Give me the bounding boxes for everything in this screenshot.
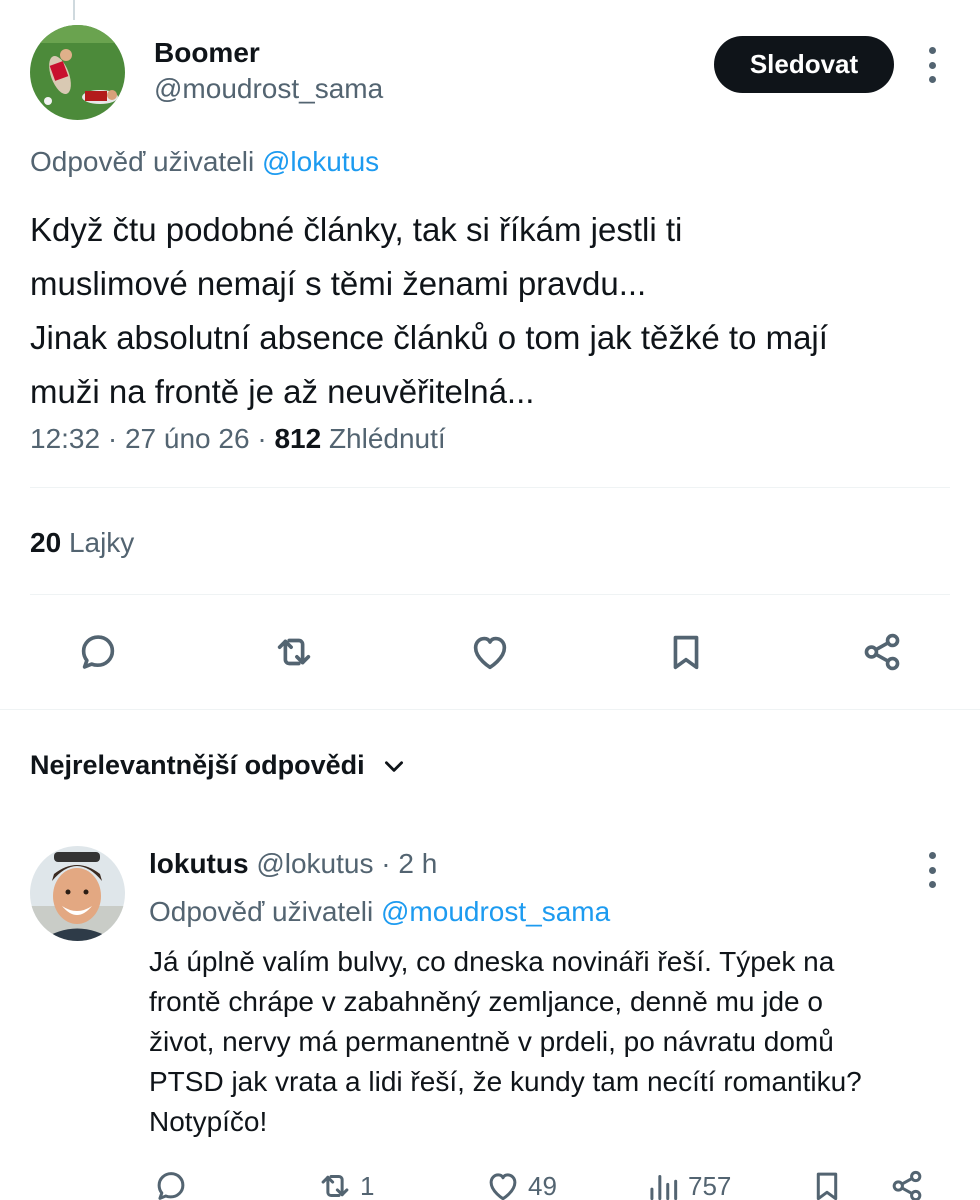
reply-header: lokutus @lokutus · 2 h — [149, 848, 437, 880]
reply-views-button[interactable]: 757 — [644, 1166, 731, 1200]
reply-text-line: Já úplně valím bulvy, co dneska novináři… — [149, 946, 835, 977]
reply-views-count: 757 — [688, 1170, 732, 1200]
tweet-meta: 12:32 · 27 úno 26 · 812 Zhlédnutí — [30, 423, 446, 455]
tweet-text: Když čtu podobné články, tak si říkám je… — [30, 203, 950, 419]
reply-prefix: Odpověď uživateli — [149, 896, 374, 927]
reply-text-line: Notypíčo! — [149, 1106, 268, 1137]
meta-separator: · — [257, 423, 267, 454]
more-vertical-icon[interactable] — [926, 47, 938, 83]
heart-icon — [489, 1173, 517, 1200]
share-icon[interactable] — [858, 628, 906, 676]
reply-text-line: PTSD jak vrata a lidi řeší, že kundy tam… — [149, 1066, 862, 1097]
tweet-time[interactable]: 12:32 — [30, 423, 100, 454]
reply-text-line: život, nervy má permanentně v prdeli, po… — [149, 1026, 834, 1057]
views-label: Zhlédnutí — [328, 423, 446, 454]
tweet-author-row: Boomer @moudrost_sama Sledovat — [30, 25, 950, 121]
reply-time[interactable]: 2 h — [398, 848, 437, 879]
reply-icon[interactable] — [74, 628, 122, 676]
follow-button[interactable]: Sledovat — [714, 36, 894, 93]
divider — [0, 709, 980, 710]
replying-to-line: Odpověď uživateli @lokutus — [30, 146, 379, 178]
retweet-icon[interactable] — [270, 628, 318, 676]
divider — [30, 487, 950, 488]
tweet-text-line: muslimové nemají s těmi ženami pravdu... — [30, 265, 647, 302]
reply-author-avatar[interactable] — [30, 846, 125, 941]
reply-author-name[interactable]: lokutus — [149, 848, 249, 879]
likes-row[interactable]: 20 Lajky — [30, 527, 134, 559]
reply-prefix: Odpověď uživateli — [30, 146, 255, 177]
sort-label: Nejrelevantnější odpovědi — [30, 750, 365, 780]
tweet-text-line: Když čtu podobné články, tak si říkám je… — [30, 211, 683, 248]
reply-author-handle[interactable]: @lokutus — [256, 848, 373, 879]
tweet-text-line: Jinak absolutní absence článků o tom jak… — [30, 319, 828, 356]
likes-count: 20 — [30, 527, 62, 558]
reply-like-count: 49 — [528, 1170, 557, 1200]
reply-share-button[interactable] — [888, 1166, 926, 1200]
reply-bookmark-button[interactable] — [808, 1166, 846, 1200]
reply-mention-link[interactable]: @moudrost_sama — [381, 896, 610, 927]
reply-like-button[interactable]: 49 — [484, 1166, 557, 1200]
reply-separator: · — [381, 848, 391, 879]
share-icon — [892, 1170, 922, 1200]
reply-tweet[interactable]: lokutus @lokutus · 2 h Odpověď uživateli… — [30, 846, 950, 1200]
retweet-icon — [321, 1174, 349, 1198]
likes-label: Lajky — [68, 527, 135, 558]
reply-mention-link[interactable]: @lokutus — [262, 146, 379, 177]
chevron-down-icon — [384, 760, 403, 772]
bookmark-icon[interactable] — [662, 628, 710, 676]
views-count: 812 — [274, 423, 322, 454]
reply-text: Já úplně valím bulvy, co dneska novináři… — [149, 942, 949, 1142]
author-avatar[interactable] — [30, 25, 125, 120]
reply-text-line: frontě chrápe v zabahněný zemljance, den… — [149, 986, 823, 1017]
reply-reply-button[interactable] — [152, 1166, 190, 1200]
more-vertical-icon[interactable] — [926, 852, 938, 888]
reply-retweet-count: 1 — [360, 1170, 375, 1200]
meta-separator: · — [107, 423, 118, 454]
replies-sort-selector[interactable]: Nejrelevantnější odpovědi — [30, 750, 407, 781]
divider — [30, 594, 950, 595]
author-name[interactable]: Boomer — [154, 37, 260, 69]
reply-retweet-button[interactable]: 1 — [316, 1166, 374, 1200]
reply-replying-to-line: Odpověď uživateli @moudrost_sama — [149, 896, 610, 928]
bookmark-icon — [816, 1172, 838, 1200]
tweet-date[interactable]: 27 úno 26 — [125, 423, 250, 454]
bar-chart-icon — [650, 1174, 678, 1200]
thread-connector-line — [73, 0, 75, 20]
author-handle[interactable]: @moudrost_sama — [154, 73, 383, 105]
heart-icon[interactable] — [466, 628, 514, 676]
tweet-text-line: muži na frontě je až neuvěřitelná... — [30, 373, 535, 410]
reply-icon — [157, 1172, 185, 1200]
